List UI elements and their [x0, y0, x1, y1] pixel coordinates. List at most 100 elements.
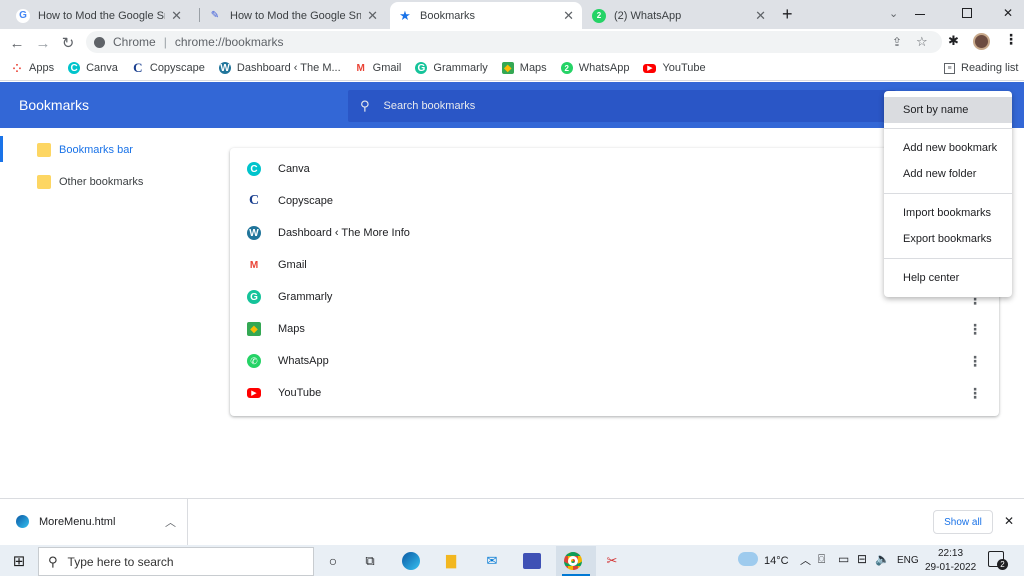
list-item[interactable]: ▶ YouTube ⋮	[230, 377, 999, 409]
bookmark-grammarly[interactable]: G Grammarly	[415, 62, 488, 74]
omnibox-url: chrome://bookmarks	[174, 35, 284, 49]
temperature[interactable]: 14°C	[764, 555, 789, 567]
bookmark-label: Grammarly	[278, 291, 333, 303]
whatsapp-icon: ✆	[247, 354, 261, 368]
bookmark-label: Maps	[278, 323, 305, 335]
bookmark-label: Maps	[519, 62, 547, 74]
bookmark-label: Grammarly	[433, 62, 488, 74]
organize-menu: Sort by name Add new bookmark Add new fo…	[884, 91, 1012, 297]
bookmark-whatsapp[interactable]: 2 WhatsApp	[560, 62, 629, 74]
wordpress-icon: W	[247, 226, 261, 240]
tab-title: How to Mod the Google Snake G	[230, 9, 362, 22]
tab-whatsapp[interactable]: 2 (2) WhatsApp ✕	[584, 2, 774, 29]
bookmark-apps[interactable]: ⁘ Apps	[11, 62, 54, 75]
bookmark-dashboard[interactable]: W Dashboard ‹ The M...	[218, 62, 341, 74]
close-download-bar-icon[interactable]: ✕	[1004, 514, 1014, 528]
bookmark-label: Dashboard ‹ The M...	[236, 62, 341, 74]
new-tab-button[interactable]: +	[782, 4, 793, 25]
more-menu-icon[interactable]: ⋮	[1004, 31, 1018, 48]
bookmarks-bar: ⁘ Apps C Canva C Copyscape W Dashboard ‹…	[0, 56, 1024, 81]
tab-snake-2[interactable]: ✎ How to Mod the Google Snake G ✕	[200, 2, 386, 29]
cortana-icon[interactable]: ○	[322, 550, 344, 572]
menu-item-sort-by-name[interactable]: Sort by name	[884, 97, 1012, 123]
app-icon[interactable]	[521, 550, 543, 572]
taskbar-search-box[interactable]: ⚲ Type here to search	[38, 547, 314, 576]
restore-button[interactable]	[962, 8, 972, 18]
battery-icon[interactable]: ▭	[838, 552, 849, 566]
list-item[interactable]: ✆ WhatsApp ⋮	[230, 345, 999, 377]
clock-time[interactable]: 22:13	[938, 548, 963, 559]
task-view-icon[interactable]: ⧉	[359, 550, 381, 572]
clock-date[interactable]: 29-01-2022	[925, 562, 976, 573]
list-item[interactable]: ◆ Maps ⋮	[230, 313, 999, 345]
bookmark-label: Canva	[278, 163, 310, 175]
bookmark-gmail[interactable]: M Gmail	[355, 62, 402, 74]
volume-icon[interactable]: 🔈	[875, 552, 890, 566]
bookmark-label: Canva	[86, 62, 118, 74]
download-item[interactable]: MoreMenu.html ︿	[0, 499, 188, 545]
bookmark-maps[interactable]: ◆ Maps	[501, 62, 547, 74]
tray-chevron-up-icon[interactable]: ︿	[800, 552, 811, 568]
youtube-icon: ▶	[247, 388, 261, 398]
menu-item-add-bookmark[interactable]: Add new bookmark	[884, 135, 1012, 161]
share-icon[interactable]: ⇪	[892, 35, 902, 49]
tab-bookmarks[interactable]: ★ Bookmarks ✕	[390, 2, 582, 29]
menu-item-export[interactable]: Export bookmarks	[884, 226, 1012, 252]
address-bar[interactable]: Chrome | chrome://bookmarks ⇪ ☆	[86, 31, 942, 53]
language-indicator[interactable]: ENG	[897, 555, 919, 566]
maps-icon: ◆	[247, 322, 261, 336]
reading-list-button[interactable]: ≡ Reading list	[944, 62, 1018, 74]
sidebar-item-other-bookmarks[interactable]: Other bookmarks	[0, 168, 143, 196]
bookmark-label: WhatsApp	[278, 355, 329, 367]
sidebar-item-bookmarks-bar[interactable]: Bookmarks bar	[0, 136, 133, 164]
row-more-icon[interactable]: ⋮	[968, 322, 982, 336]
row-more-icon[interactable]: ⋮	[968, 386, 982, 400]
file-explorer-icon[interactable]: ▇	[440, 550, 462, 572]
menu-item-help-center[interactable]: Help center	[884, 265, 1012, 291]
meet-now-icon[interactable]: ⌼	[818, 552, 825, 567]
bookmark-copyscape[interactable]: C Copyscape	[132, 60, 205, 75]
tab-search-icon[interactable]: ⌄	[889, 7, 898, 20]
close-window-button[interactable]: ✕	[1003, 6, 1013, 20]
chevron-up-icon[interactable]: ︿	[165, 514, 176, 530]
snipping-tool-icon[interactable]: ✂	[601, 550, 623, 572]
close-icon[interactable]: ✕	[755, 8, 766, 24]
mail-icon[interactable]: ✉	[481, 550, 503, 572]
close-icon[interactable]: ✕	[367, 8, 378, 24]
download-filename: MoreMenu.html	[39, 516, 116, 528]
canva-icon: C	[68, 62, 81, 74]
bookmark-label: YouTube	[662, 62, 706, 74]
search-bookmarks-input[interactable]: ⚲ Search bookmarks	[348, 90, 896, 122]
row-more-icon[interactable]: ⋮	[968, 354, 982, 368]
folder-icon	[37, 143, 51, 157]
windows-start-icon[interactable]: ⊞	[8, 550, 30, 572]
chrome-icon[interactable]	[562, 550, 584, 572]
minimize-button[interactable]	[915, 14, 925, 15]
bookmark-label: Gmail	[372, 62, 402, 74]
back-button[interactable]: ←	[7, 33, 27, 53]
menu-item-add-folder[interactable]: Add new folder	[884, 161, 1012, 187]
close-icon[interactable]: ✕	[171, 8, 182, 24]
search-icon: ⚲	[48, 553, 58, 569]
bookmark-youtube[interactable]: ▶ YouTube	[643, 62, 706, 74]
avatar[interactable]	[973, 33, 990, 50]
forward-button[interactable]: →	[33, 33, 53, 53]
network-icon[interactable]: ⊟	[857, 552, 867, 566]
search-placeholder: Search bookmarks	[383, 100, 476, 112]
edge-icon[interactable]	[400, 550, 422, 572]
bookmarks-header: Bookmarks ⚲ Search bookmarks	[0, 82, 1024, 128]
close-icon[interactable]: ✕	[563, 8, 574, 24]
show-all-button[interactable]: Show all	[933, 510, 993, 534]
bookmark-star-icon[interactable]: ☆	[916, 34, 928, 50]
gmail-icon: M	[249, 259, 259, 271]
sidebar-item-label: Other bookmarks	[59, 176, 144, 188]
google-icon: G	[16, 8, 30, 23]
menu-item-import[interactable]: Import bookmarks	[884, 200, 1012, 226]
weather-cloud-icon[interactable]	[738, 552, 758, 566]
grammarly-icon: G	[247, 290, 261, 304]
tab-title: How to Mod the Google Snake G	[38, 9, 165, 22]
extensions-icon[interactable]: ✱	[948, 33, 959, 49]
tab-snake-1[interactable]: G How to Mod the Google Snake G ✕	[8, 2, 190, 29]
reload-button[interactable]: ↻	[58, 33, 78, 53]
bookmark-canva[interactable]: C Canva	[68, 62, 118, 74]
